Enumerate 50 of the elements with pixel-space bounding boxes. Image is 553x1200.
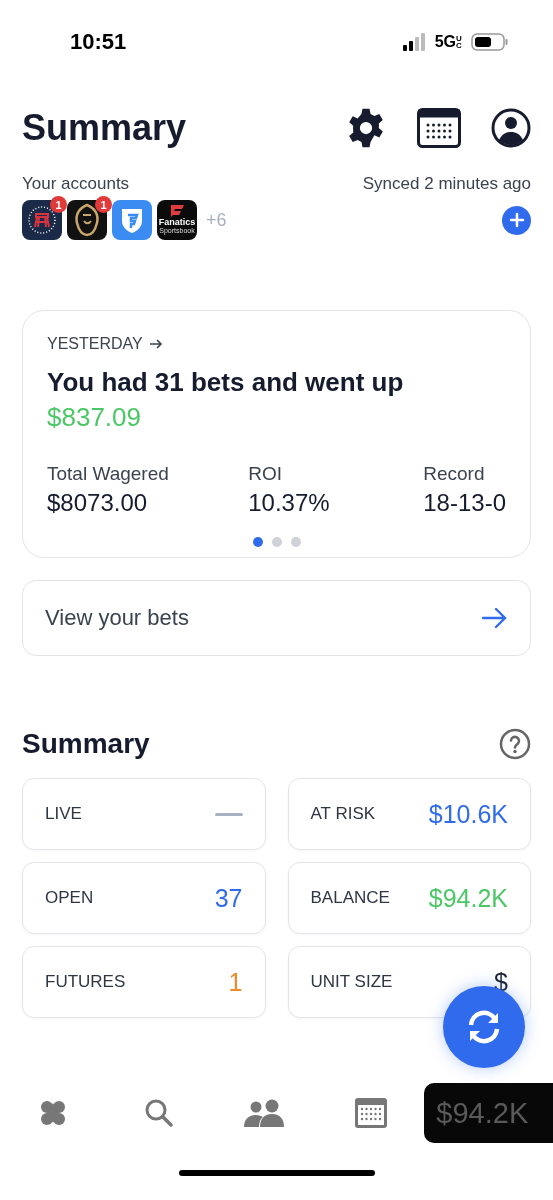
tile-value: $94.2K — [428, 883, 508, 913]
accounts-label: Your accounts — [22, 174, 130, 194]
stat-label: Record — [423, 463, 486, 485]
plus-icon — [508, 212, 525, 228]
tile-value: $10.6K — [428, 799, 508, 829]
page-dot[interactable] — [290, 537, 301, 547]
notification-badge: 1 — [95, 196, 112, 213]
stat-value: $8073.00 — [47, 489, 149, 517]
calendar-icon — [354, 1097, 389, 1129]
help-icon[interactable] — [499, 728, 531, 760]
tile-value: 37 — [214, 883, 243, 913]
summary-tile[interactable]: FUTURES 1 — [22, 946, 266, 1018]
lion-icon — [72, 203, 102, 237]
view-bets-button[interactable]: View your bets — [22, 580, 531, 656]
page-dot[interactable] — [252, 537, 263, 547]
shield-icon — [119, 206, 145, 234]
card-headline: You had 31 bets and went up — [47, 367, 405, 398]
status-time: 10:51 — [70, 29, 127, 55]
add-account-button[interactable] — [502, 205, 531, 235]
section-title: Summary — [22, 728, 150, 760]
stool-icon — [27, 205, 57, 235]
arrow-icon — [148, 338, 163, 350]
summary-tile[interactable]: BALANCE $94.2K — [287, 862, 531, 934]
sportsbook-logo[interactable] — [67, 200, 107, 240]
logo-name: Fanatics — [158, 217, 196, 227]
sync-status: Synced 2 minutes ago — [362, 174, 531, 194]
tile-value: 1 — [228, 967, 243, 997]
page-dot[interactable] — [271, 537, 282, 547]
search-icon — [144, 1098, 175, 1128]
yesterday-card[interactable]: YESTERDAY You had 31 bets and went up $837.09 Total Wagered $8073.00 ROI 10.37% Record 18-13-0 — [22, 310, 531, 558]
stat-value: 18-13-0 — [423, 489, 506, 517]
profile-icon[interactable] — [491, 108, 531, 148]
stat-value: 10.37% — [248, 489, 331, 517]
battery-icon — [471, 33, 509, 51]
profit-amount: $837.09 — [47, 402, 142, 433]
empty-dash — [214, 812, 243, 816]
summary-tile[interactable]: OPEN 37 — [22, 862, 266, 934]
stat-label: Total Wagered — [47, 463, 170, 485]
flag-icon — [170, 205, 184, 217]
summary-tile[interactable]: LIVE — [22, 778, 266, 850]
stat-label: ROI — [248, 463, 284, 485]
page-title: Summary — [22, 107, 187, 149]
more-accounts: +6 — [206, 209, 227, 231]
arrow-icon — [482, 607, 508, 629]
notification-badge: 1 — [50, 196, 67, 213]
summary-tile[interactable]: AT RISK $10.6K — [287, 778, 531, 850]
signal-icon — [402, 33, 427, 51]
card-kicker: YESTERDAY — [47, 335, 143, 353]
calendar-icon[interactable] — [417, 108, 461, 148]
sportsbook-logo[interactable] — [22, 200, 62, 240]
